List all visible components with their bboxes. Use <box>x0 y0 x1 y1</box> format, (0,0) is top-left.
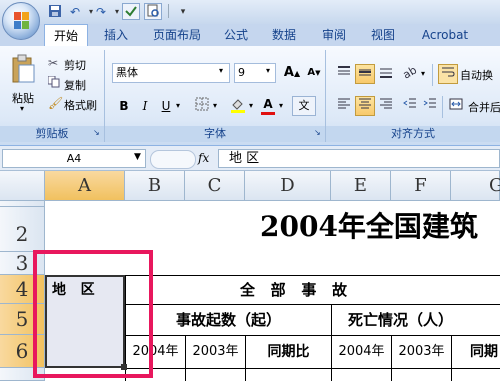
formula-input[interactable]: 地 区 <box>218 149 500 168</box>
cell-d6[interactable]: 同期比 <box>246 336 331 368</box>
fill-color-dropdown-icon[interactable]: ▾ <box>249 101 253 110</box>
alignment-group-label: 对齐方式 <box>326 126 500 142</box>
spellcheck-icon[interactable] <box>122 3 140 20</box>
underline-button[interactable]: U <box>156 96 176 116</box>
cell-f6[interactable]: 2003年 <box>392 336 451 368</box>
svg-text:ab: ab <box>402 65 418 79</box>
save-icon[interactable] <box>46 3 64 20</box>
cut-icon[interactable]: ✂ <box>48 56 58 70</box>
font-launcher-icon[interactable]: ↘ <box>314 128 321 137</box>
font-color-icon[interactable]: A <box>258 96 278 116</box>
font-name-value: 黑体 <box>116 66 138 79</box>
format-painter-icon[interactable]: 🖌 <box>48 96 63 110</box>
table-border <box>125 368 500 369</box>
tab-view[interactable]: 视图 <box>362 24 404 46</box>
bold-button[interactable]: B <box>114 96 134 116</box>
group-separator <box>442 96 443 118</box>
row-header-2[interactable]: 2 <box>0 207 45 252</box>
align-bottom-icon[interactable] <box>376 64 396 84</box>
office-logo-icon <box>14 12 29 29</box>
office-button[interactable] <box>2 2 40 40</box>
tab-page-layout[interactable]: 页面布局 <box>146 24 208 46</box>
decrease-indent-icon[interactable] <box>400 96 420 116</box>
tab-home[interactable]: 开始 <box>44 24 88 46</box>
merge-center-label[interactable]: 合并后 <box>468 99 500 115</box>
column-header-b[interactable]: B <box>125 171 185 201</box>
group-separator <box>432 64 433 86</box>
column-header-f[interactable]: F <box>391 171 451 201</box>
grow-font-icon[interactable]: A▲ <box>282 63 302 83</box>
orientation-icon[interactable]: ab <box>400 63 420 84</box>
select-all-corner[interactable] <box>0 171 45 201</box>
tab-review[interactable]: 审阅 <box>314 24 354 46</box>
italic-button[interactable]: I <box>135 96 155 116</box>
copy-icon[interactable] <box>47 75 60 88</box>
wrap-text-icon[interactable] <box>438 64 458 84</box>
name-box-value: A4 <box>66 152 82 165</box>
align-left-icon[interactable] <box>334 96 354 116</box>
name-box[interactable]: A4 <box>2 149 146 168</box>
cell-g6[interactable]: 同期 <box>452 336 500 368</box>
underline-dropdown-icon[interactable]: ▾ <box>176 101 180 110</box>
border-dropdown-icon[interactable]: ▾ <box>213 101 217 110</box>
orientation-dropdown-icon[interactable]: ▾ <box>421 69 425 78</box>
customize-qat-icon[interactable]: ▾ <box>174 3 192 20</box>
phonetic-icon[interactable]: 文 <box>292 96 316 116</box>
print-preview-icon[interactable] <box>144 3 162 20</box>
formula-bar-resize-handle[interactable] <box>150 150 196 169</box>
insert-function-icon[interactable]: fx <box>198 151 209 165</box>
clipboard-launcher-icon[interactable]: ↘ <box>93 128 100 137</box>
formula-input-value: 地 区 <box>229 151 260 166</box>
header-death-status[interactable]: 死亡情况（人） <box>332 305 500 335</box>
paste-icon[interactable] <box>10 54 36 84</box>
cut-button-label[interactable]: 剪切 <box>64 57 86 73</box>
tab-formulas[interactable]: 公式 <box>216 24 256 46</box>
align-middle-icon[interactable] <box>355 64 375 84</box>
column-header-c[interactable]: C <box>185 171 245 201</box>
sheet-title-cell[interactable]: 2004年全国建筑 <box>260 207 478 247</box>
tab-acrobat[interactable]: Acrobat <box>414 24 476 46</box>
column-header-a[interactable]: A <box>45 171 125 201</box>
column-header-e[interactable]: E <box>331 171 391 201</box>
align-right-icon[interactable] <box>376 96 396 116</box>
font-size-value: 9 <box>238 66 245 79</box>
format-painter-label[interactable]: 格式刷 <box>64 97 97 113</box>
border-icon[interactable] <box>192 96 212 116</box>
name-box-dropdown-icon[interactable]: ▼ <box>134 152 141 162</box>
font-group-label: 字体 <box>105 126 325 142</box>
column-header-d[interactable]: D <box>245 171 331 201</box>
font-name-dropdown-icon[interactable]: ▾ <box>219 66 223 75</box>
qat-separator <box>168 4 169 18</box>
header-accident-count[interactable]: 事故起数（起） <box>126 305 331 335</box>
align-top-icon[interactable] <box>334 64 354 84</box>
paste-dropdown-icon[interactable]: ▾ <box>20 104 24 113</box>
font-name-box[interactable]: 黑体 <box>112 63 230 83</box>
copy-button-label[interactable]: 复制 <box>64 77 86 93</box>
column-header-g[interactable]: G <box>451 171 500 201</box>
increase-indent-icon[interactable] <box>420 96 440 116</box>
shrink-font-icon[interactable]: A▼ <box>304 63 324 83</box>
font-color-dropdown-icon[interactable]: ▾ <box>279 101 283 110</box>
tab-data[interactable]: 数据 <box>264 24 304 46</box>
cell-e6[interactable]: 2004年 <box>332 336 391 368</box>
clipboard-group-label: 剪贴板 <box>0 126 104 142</box>
merge-center-icon[interactable] <box>446 96 466 116</box>
font-size-dropdown-icon[interactable]: ▾ <box>266 66 270 75</box>
header-all-accidents[interactable]: 全 部 事 故 <box>240 276 440 304</box>
tab-insert[interactable]: 插入 <box>96 24 136 46</box>
cell-c6[interactable]: 2003年 <box>186 336 245 368</box>
highlight-annotation <box>33 250 153 378</box>
wrap-text-label[interactable]: 自动换 <box>460 67 493 83</box>
fill-color-icon[interactable] <box>228 96 248 116</box>
align-center-icon[interactable] <box>355 96 375 116</box>
